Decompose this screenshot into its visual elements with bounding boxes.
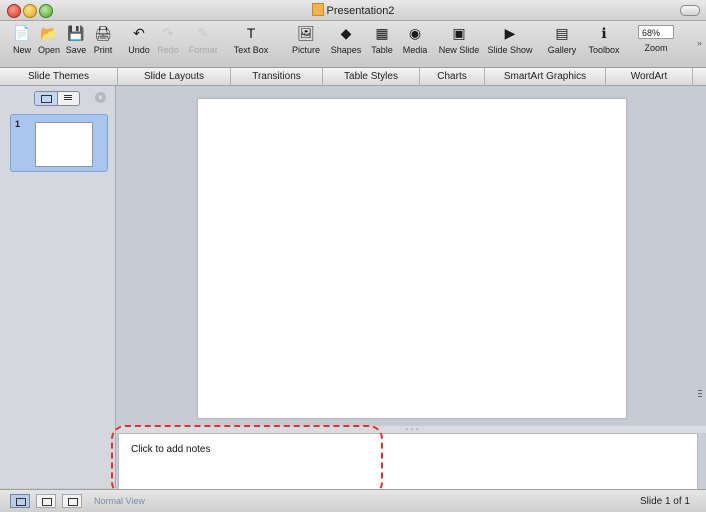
toolbar-label-10: Table xyxy=(371,45,393,55)
toolbar-label-12: New Slide xyxy=(438,45,480,55)
undo-icon: ↶ xyxy=(133,25,145,41)
toolbar-label-1: Open xyxy=(37,45,61,55)
toolbar-button-11[interactable]: ◉ Media xyxy=(398,24,432,55)
toolbar-label-9: Shapes xyxy=(330,45,362,55)
slides-view-icon xyxy=(41,95,52,103)
media-icon: ◉ xyxy=(408,25,422,41)
scroll-grip-icon[interactable] xyxy=(697,388,703,400)
elements-gallery-tabs: Slide Themes Slide Layouts Transitions T… xyxy=(0,68,706,86)
toolbar-label-5: Redo xyxy=(157,45,179,55)
toolbar-label-11: Media xyxy=(402,45,428,55)
toolbar-button-1[interactable]: 📂 Open xyxy=(34,24,64,55)
toolbox-icon: ℹ xyxy=(601,25,607,41)
notes-placeholder: Click to add notes xyxy=(131,444,211,455)
ribbon-tab-smartart-graphics[interactable]: SmartArt Graphics xyxy=(485,68,606,85)
window-title-text: Presentation2 xyxy=(326,5,395,17)
slide-thumbnail[interactable]: 1 xyxy=(10,114,108,172)
standard-toolbar: 📄 New 📂 Open 💾 Save 🖨 Print ↶ Undo ↷ Redo ✎ For… xyxy=(0,21,706,68)
slide-show-icon: ▶ xyxy=(504,25,516,41)
toolbar-button-15[interactable]: ℹ Toolbox xyxy=(584,24,624,55)
window-title: Presentation2 xyxy=(0,3,706,17)
zoom-value-field[interactable]: 68% xyxy=(638,25,674,39)
slide-show-view-button[interactable] xyxy=(62,494,82,508)
slides-pane: × 1 xyxy=(0,86,116,488)
ribbon-tab-slide-themes[interactable]: Slide Themes xyxy=(0,68,118,85)
zoom-label: Zoom xyxy=(644,43,668,53)
text-box-icon: T xyxy=(246,25,256,41)
toolbar-button-4[interactable]: ↶ Undo xyxy=(124,24,154,55)
current-view-label: Normal View xyxy=(94,496,145,506)
slide-editing-area xyxy=(116,86,706,426)
ribbon-tab-wordart[interactable]: WordArt xyxy=(606,68,693,85)
toolbar-button-9[interactable]: ◆ Shapes xyxy=(326,24,366,55)
toolbar-label-8: Picture xyxy=(291,45,320,55)
toolbar-toggle-button[interactable] xyxy=(680,5,700,16)
slide-thumbnail-preview xyxy=(35,122,93,167)
toolbar-button-3[interactable]: 🖨 Print xyxy=(88,24,118,55)
presentation-document-icon xyxy=(311,3,324,16)
print-icon: 🖨 xyxy=(94,25,112,41)
toolbar-button-0[interactable]: 📄 New xyxy=(8,24,36,55)
table-icon: ▦ xyxy=(375,25,389,41)
picture-icon: 🖼 xyxy=(297,25,315,41)
toolbar-button-10[interactable]: ▦ Table xyxy=(366,24,398,55)
zoom-control[interactable]: 68% Zoom xyxy=(634,24,678,53)
slide-sorter-icon xyxy=(42,498,52,506)
slide-show-view-icon xyxy=(68,498,78,506)
toolbar-button-2[interactable]: 💾 Save xyxy=(62,24,90,55)
toolbar-button-8[interactable]: 🖼 Picture xyxy=(286,24,326,55)
ribbon-tab-table-styles[interactable]: Table Styles xyxy=(323,68,420,85)
toolbar-label-3: Print xyxy=(93,45,113,55)
notes-pane[interactable]: Click to add notes xyxy=(118,433,698,490)
slide-sorter-view-button[interactable] xyxy=(36,494,56,508)
new-icon: 📄 xyxy=(13,25,31,41)
toolbar-label-4: Undo xyxy=(128,45,150,55)
toolbar-label-2: Save xyxy=(65,45,87,55)
slide-count: Slide 1 of 1 xyxy=(639,496,690,507)
title-bar: Presentation2 xyxy=(0,0,706,21)
slides-tab[interactable] xyxy=(35,92,57,105)
outline-view-icon xyxy=(64,95,72,96)
save-icon: 💾 xyxy=(67,25,85,41)
toolbar-label-14: Gallery xyxy=(547,45,577,55)
outline-tab[interactable] xyxy=(57,92,79,105)
shapes-icon: ◆ xyxy=(340,25,352,41)
toolbar-label-0: New xyxy=(12,45,31,55)
ribbon-tab-transitions[interactable]: Transitions xyxy=(231,68,323,85)
toolbar-button-5[interactable]: ↷ Redo xyxy=(154,24,182,55)
toolbar-button-13[interactable]: ▶ Slide Show xyxy=(484,24,536,55)
toolbar-button-6[interactable]: ✎ Format xyxy=(184,24,222,55)
vertical-scrollbar[interactable] xyxy=(694,86,706,426)
normal-view-button[interactable] xyxy=(10,494,30,508)
toolbar-button-12[interactable]: ▣ New Slide xyxy=(434,24,484,55)
toolbar-label-7: Text Box xyxy=(233,45,269,55)
toolbar-overflow-icon[interactable]: » xyxy=(697,38,702,48)
normal-view-icon xyxy=(16,498,26,506)
slide-thumbnail-number: 1 xyxy=(15,119,21,129)
status-bar: Normal View Slide 1 of 1 xyxy=(0,489,706,512)
ribbon-tab-charts[interactable]: Charts xyxy=(420,68,485,85)
notes-splitter[interactable]: • • • xyxy=(116,426,706,433)
toolbar-button-14[interactable]: ▤ Gallery xyxy=(542,24,582,55)
toolbar-label-15: Toolbox xyxy=(588,45,620,55)
close-pane-icon[interactable]: × xyxy=(95,92,106,103)
new-slide-icon: ▣ xyxy=(452,25,466,41)
ribbon-tab-slide-layouts[interactable]: Slide Layouts xyxy=(118,68,231,85)
format-icon: ✎ xyxy=(197,25,209,41)
open-icon: 📂 xyxy=(40,25,58,41)
slide-canvas[interactable] xyxy=(197,98,627,419)
pane-view-switcher xyxy=(34,91,80,106)
redo-icon: ↷ xyxy=(162,25,174,41)
toolbar-label-6: Format xyxy=(188,45,218,55)
zoom-value: 68% xyxy=(642,28,661,38)
toolbar-button-7[interactable]: T Text Box xyxy=(228,24,274,55)
toolbar-label-13: Slide Show xyxy=(487,45,533,55)
gallery-icon: ▤ xyxy=(555,25,569,41)
